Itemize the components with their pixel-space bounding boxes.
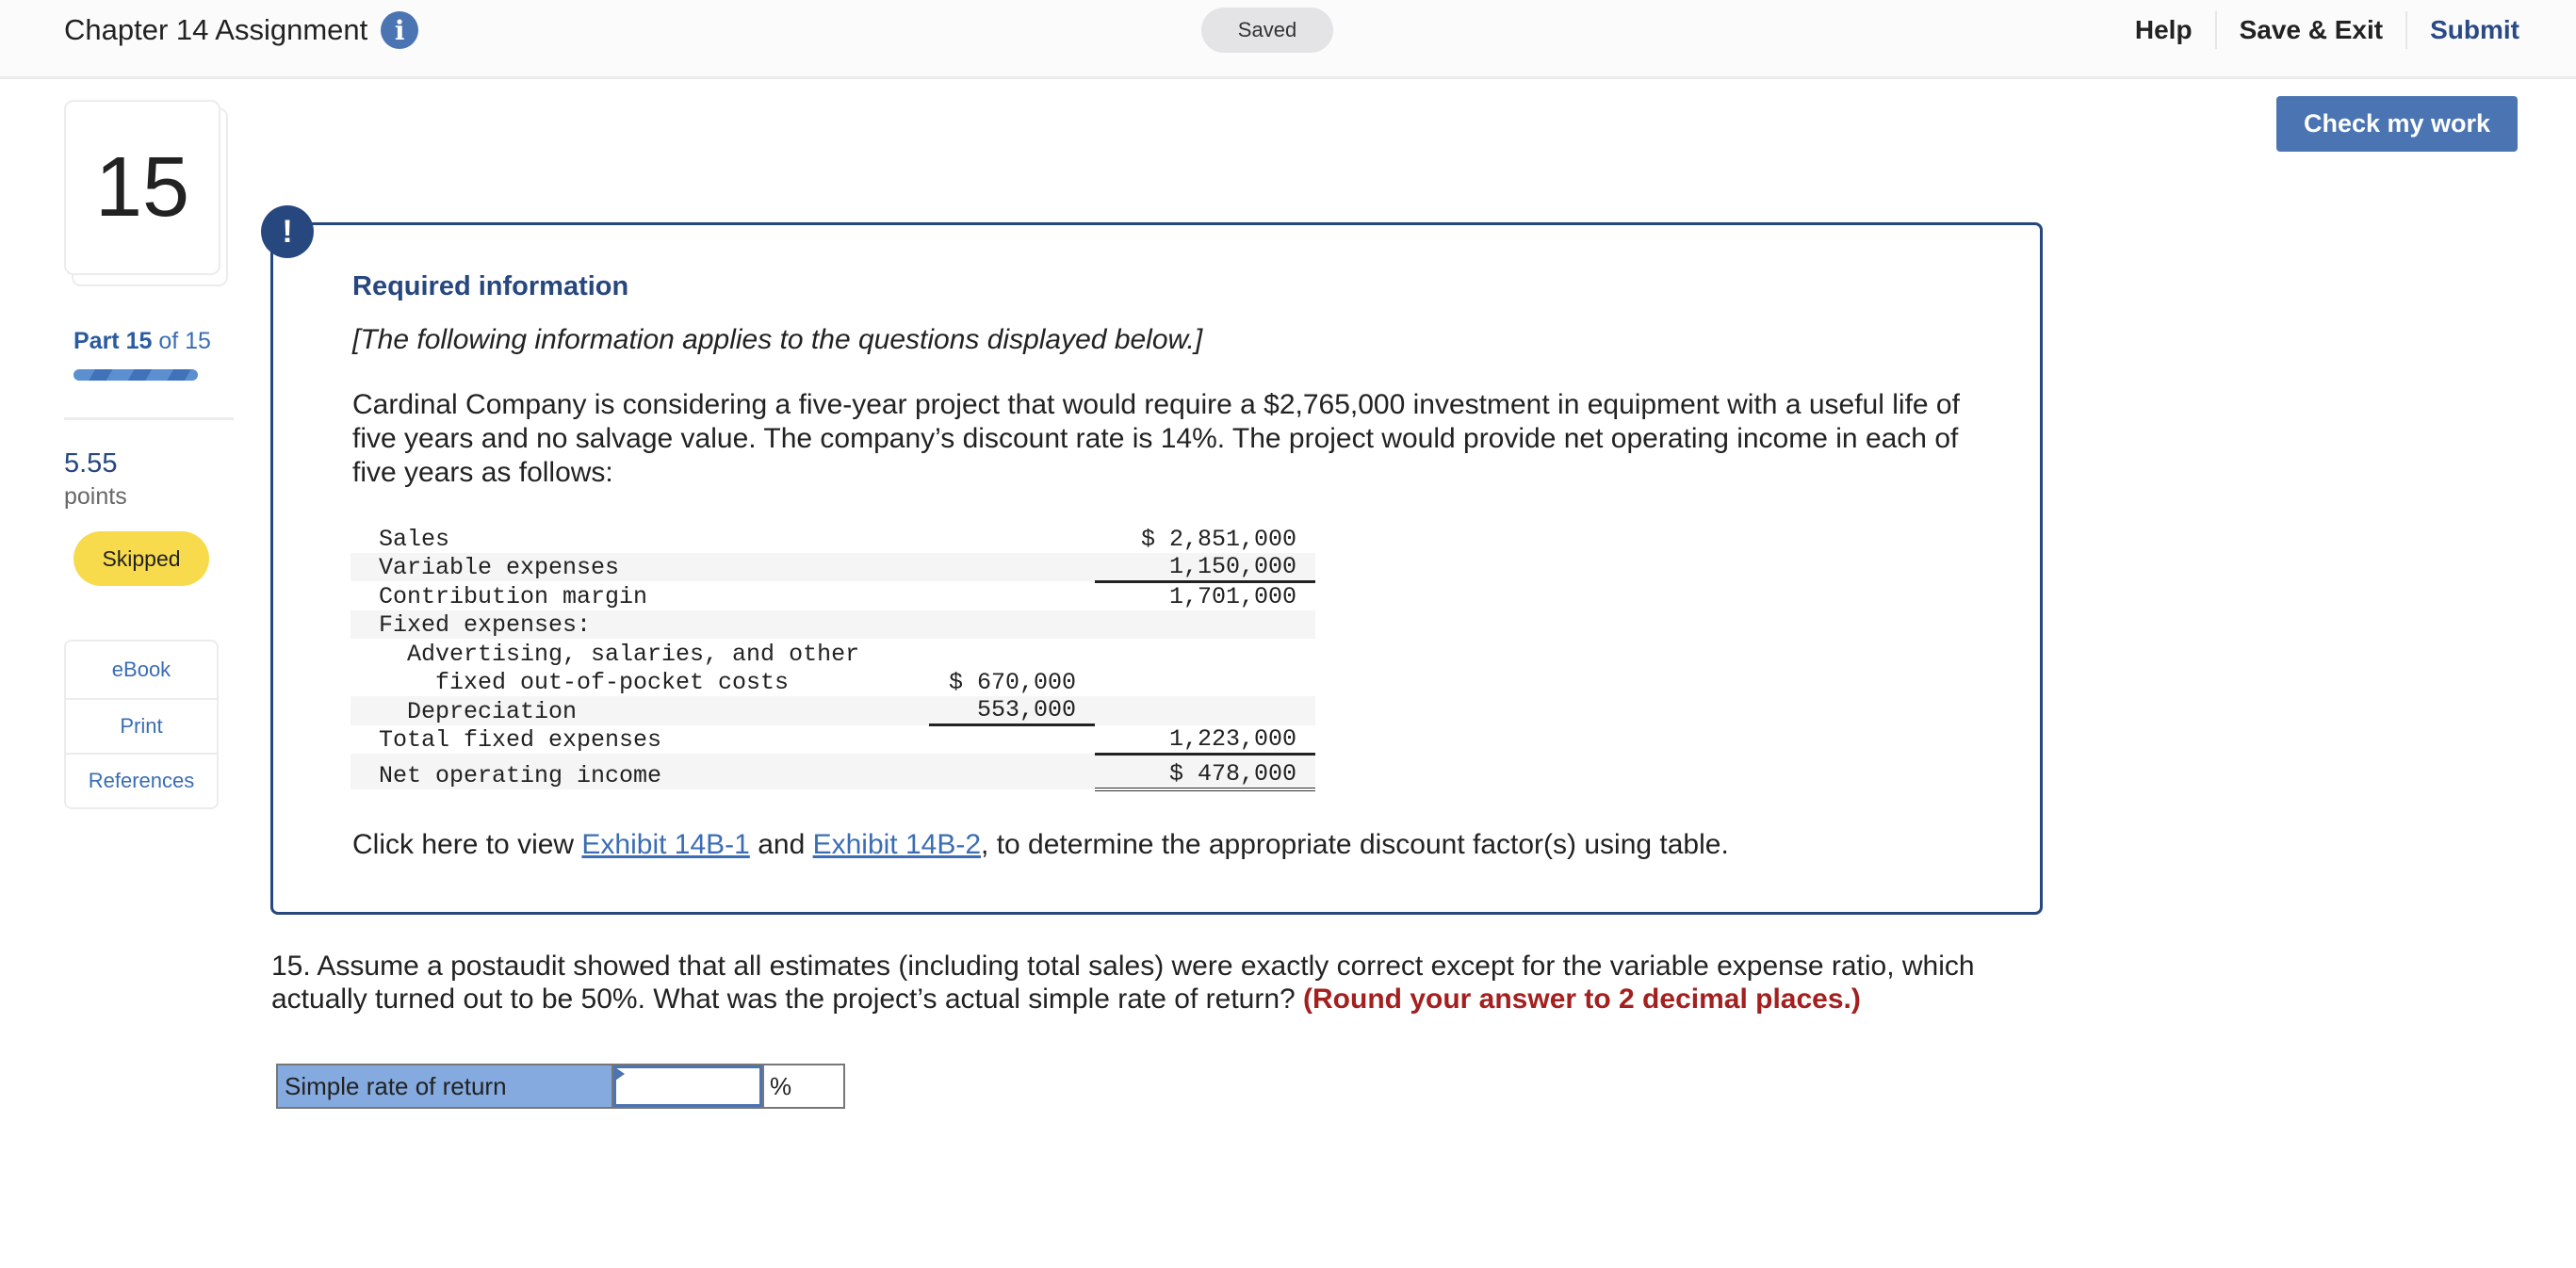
row-col1 (929, 754, 1095, 789)
simple-rate-of-return-input[interactable] (616, 1068, 759, 1104)
help-link[interactable]: Help (2112, 11, 2215, 49)
row-col1 (929, 552, 1095, 581)
table-row: fixed out-of-pocket costs $ 670,000 (351, 668, 1315, 697)
answer-input-cell (613, 1065, 762, 1107)
row-col1 (929, 524, 1095, 553)
check-my-work-button[interactable]: Check my work (2276, 96, 2518, 152)
row-label: Fixed expenses: (351, 610, 929, 639)
exhibit-prefix: Click here to view (352, 829, 582, 860)
references-button[interactable]: References (66, 753, 217, 807)
exclamation-icon: ! (261, 205, 314, 258)
row-col2: 1,701,000 (1168, 582, 1296, 610)
status-badge: Skipped (73, 531, 209, 586)
row-col2: $ 2,851,000 (1140, 525, 1296, 553)
answer-table: Simple rate of return % (276, 1064, 845, 1109)
row-col2: 1,150,000 (1095, 552, 1315, 583)
row-label: Depreciation (351, 696, 929, 725)
info-icon[interactable]: i (381, 11, 419, 49)
table-row: Fixed expenses: (351, 610, 1315, 639)
row-col1: 553,000 (929, 696, 1095, 726)
row-col2 (1095, 696, 1315, 725)
problem-description: Cardinal Company is considering a five-y… (352, 389, 1960, 488)
exhibit-14b-1-link[interactable]: Exhibit 14B-1 (581, 829, 749, 860)
row-label: Net operating income (351, 754, 929, 789)
question-number-card: 15 (64, 100, 220, 275)
row-col2: $ 478,000 (1095, 754, 1315, 791)
print-button[interactable]: Print (66, 698, 217, 753)
table-row: Variable expenses 1,150,000 (351, 552, 1315, 583)
part-prefix: Part (73, 328, 120, 354)
part-indicator: Part 15 of 15 (73, 328, 211, 355)
table-row: Depreciation 553,000 (351, 696, 1315, 726)
income-statement-table: Sales $ 2,851,000 Variable expenses 1,15… (351, 524, 1315, 791)
resource-tools: eBook Print References (64, 640, 219, 809)
input-flag-icon (615, 1067, 625, 1081)
part-progress-bar (73, 369, 198, 381)
exhibit-instructions: Click here to view Exhibit 14B-1 and Exh… (352, 829, 1729, 861)
table-row: Net operating income $ 478,000 (351, 754, 1315, 791)
row-label: Total fixed expenses (379, 726, 662, 754)
sidebar-divider (64, 417, 234, 420)
row-label: Sales (379, 525, 450, 553)
exhibit-14b-2-link[interactable]: Exhibit 14B-2 (813, 829, 981, 860)
assignment-title-wrap: Chapter 14 Assignment i (64, 11, 419, 49)
save-status-pill: Saved (1201, 8, 1333, 53)
table-row: Advertising, salaries, and other (351, 639, 1315, 668)
table-row: Total fixed expenses 1,223,000 (351, 724, 1315, 756)
question-prompt: 15. Assume a postaudit showed that all e… (271, 950, 2062, 1016)
part-current: 15 (125, 328, 153, 354)
ebook-button[interactable]: eBook (66, 642, 217, 698)
answer-label: Simple rate of return (278, 1065, 613, 1107)
points-value: 5.55 (64, 448, 118, 479)
points-label: points (64, 483, 127, 510)
assignment-title: Chapter 14 Assignment (64, 13, 368, 46)
required-info-title: Required information (352, 271, 629, 301)
row-col1 (929, 610, 1095, 639)
save-exit-link[interactable]: Save & Exit (2214, 11, 2406, 49)
row-label: Advertising, salaries, and other (407, 640, 860, 668)
row-col2 (1095, 668, 1315, 697)
part-total: of 15 (158, 328, 211, 354)
exhibit-suffix: , to determine the appropriate discount … (981, 829, 1729, 860)
row-label: fixed out-of-pocket costs (435, 669, 790, 696)
row-col1: $ 670,000 (948, 669, 1076, 696)
top-header-bar: Chapter 14 Assignment i Saved Help Save … (0, 0, 2576, 79)
row-col1 (929, 639, 1095, 668)
required-info-subtitle: [The following information applies to th… (352, 324, 1203, 355)
row-col1 (929, 725, 1095, 755)
submit-link[interactable]: Submit (2405, 11, 2519, 49)
exhibit-mid: and (749, 829, 813, 860)
table-row: Sales $ 2,851,000 (351, 524, 1315, 553)
row-label: Contribution margin (379, 582, 648, 610)
row-col1 (929, 581, 1095, 610)
answer-unit: % (762, 1065, 843, 1107)
row-label: Variable expenses (351, 552, 929, 581)
rounding-hint: (Round your answer to 2 decimal places.) (1303, 984, 1861, 1015)
row-col2 (1095, 610, 1315, 639)
row-col2: 1,223,000 (1095, 724, 1315, 756)
header-nav: Help Save & Exit Submit (2112, 11, 2519, 49)
table-row: Contribution margin 1,701,000 (351, 581, 1315, 610)
row-col2 (1095, 639, 1315, 668)
